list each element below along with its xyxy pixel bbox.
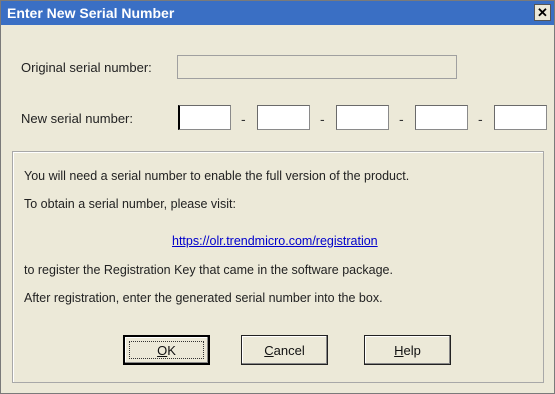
- segment-separator: -: [241, 111, 246, 127]
- dialog-window: Enter New Serial Number ✕ Original seria…: [0, 0, 555, 394]
- serial-segment-2[interactable]: [257, 105, 310, 130]
- close-icon: ✕: [537, 5, 548, 20]
- cancel-button[interactable]: Cancel: [241, 335, 328, 365]
- title-bar: Enter New Serial Number ✕: [1, 1, 554, 25]
- new-serial-label: New serial number:: [21, 111, 133, 126]
- close-button[interactable]: ✕: [534, 4, 551, 21]
- info-text-line: To obtain a serial number, please visit:: [24, 197, 236, 211]
- info-panel: You will need a serial number to enable …: [12, 151, 544, 383]
- original-serial-label: Original serial number:: [21, 60, 152, 75]
- serial-segment-4[interactable]: [415, 105, 468, 130]
- ok-button[interactable]: OK: [123, 335, 210, 365]
- info-text-line: to register the Registration Key that ca…: [24, 263, 393, 277]
- window-title: Enter New Serial Number: [7, 5, 175, 21]
- serial-segment-5[interactable]: [494, 105, 547, 130]
- original-serial-field: [177, 55, 457, 79]
- info-text-line: After registration, enter the generated …: [24, 291, 383, 305]
- focus-rectangle: [129, 341, 204, 359]
- serial-segment-1[interactable]: [178, 105, 231, 130]
- segment-separator: -: [478, 111, 483, 127]
- segment-separator: -: [399, 111, 404, 127]
- help-button[interactable]: Help: [364, 335, 451, 365]
- segment-separator: -: [320, 111, 325, 127]
- registration-link[interactable]: https://olr.trendmicro.com/registration: [172, 234, 378, 248]
- info-text-line: You will need a serial number to enable …: [24, 169, 410, 183]
- cancel-button-label: Cancel: [264, 342, 305, 358]
- help-button-label: Help: [394, 342, 421, 358]
- serial-segment-3[interactable]: [336, 105, 389, 130]
